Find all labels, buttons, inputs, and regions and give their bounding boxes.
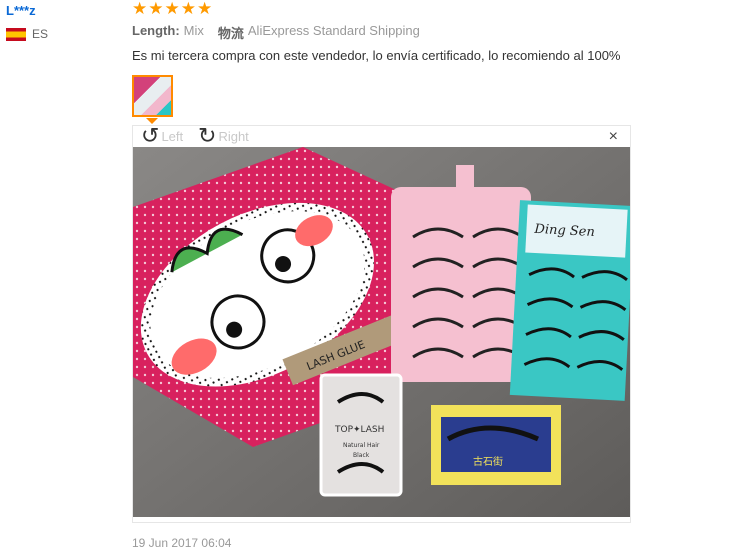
ding-sen-text: Ding Sen	[533, 222, 595, 240]
country-code: ES	[32, 27, 49, 41]
review-photo: LASH GLUE Ding Sen TOP✦LASH Natural Hair…	[133, 147, 630, 517]
close-icon[interactable]: ×	[609, 128, 618, 146]
photo-thumbnail[interactable]	[132, 75, 173, 117]
shipping-value: AliExpress Standard Shipping	[247, 23, 420, 38]
rotate-right-button[interactable]: ↻ Right	[198, 123, 249, 148]
star-icon: ★	[148, 0, 164, 18]
country: ES	[6, 27, 48, 41]
star-rating: ★ ★ ★ ★ ★	[132, 0, 213, 18]
star-icon: ★	[180, 0, 196, 18]
review-text: Es mi tercera compra con este vendedor, …	[132, 48, 621, 63]
spain-flag-icon	[6, 27, 26, 41]
star-icon: ★	[132, 0, 148, 18]
top-lash-text: TOP✦LASH	[334, 425, 384, 435]
rotate-left-label: Left	[161, 128, 184, 144]
natural-hair-text: Natural Hair	[343, 442, 380, 449]
order-info: Length: Mix 物流 AliExpress Standard Shipp…	[132, 23, 420, 42]
rotate-right-icon: ↻	[198, 123, 217, 148]
image-viewer: ↺ Left ↻ Right × LASH GLUE Ding Sen TOP✦…	[132, 125, 631, 523]
star-icon: ★	[197, 0, 213, 18]
user-name[interactable]: L***z	[6, 3, 36, 18]
black-text: Black	[353, 452, 370, 459]
review-date: 19 Jun 2017 06:04	[132, 536, 232, 550]
rotate-left-icon: ↺	[141, 123, 160, 148]
length-label: Length:	[132, 23, 180, 38]
star-icon: ★	[164, 0, 180, 18]
bottom-box-text: 古石街	[473, 455, 503, 468]
rotate-left-button[interactable]: ↺ Left	[141, 123, 184, 148]
viewer-toolbar: ↺ Left ↻ Right ×	[133, 123, 630, 148]
length-value: Mix	[183, 23, 204, 38]
shipping-label: 物流	[217, 26, 244, 41]
rotate-right-label: Right	[218, 128, 249, 144]
